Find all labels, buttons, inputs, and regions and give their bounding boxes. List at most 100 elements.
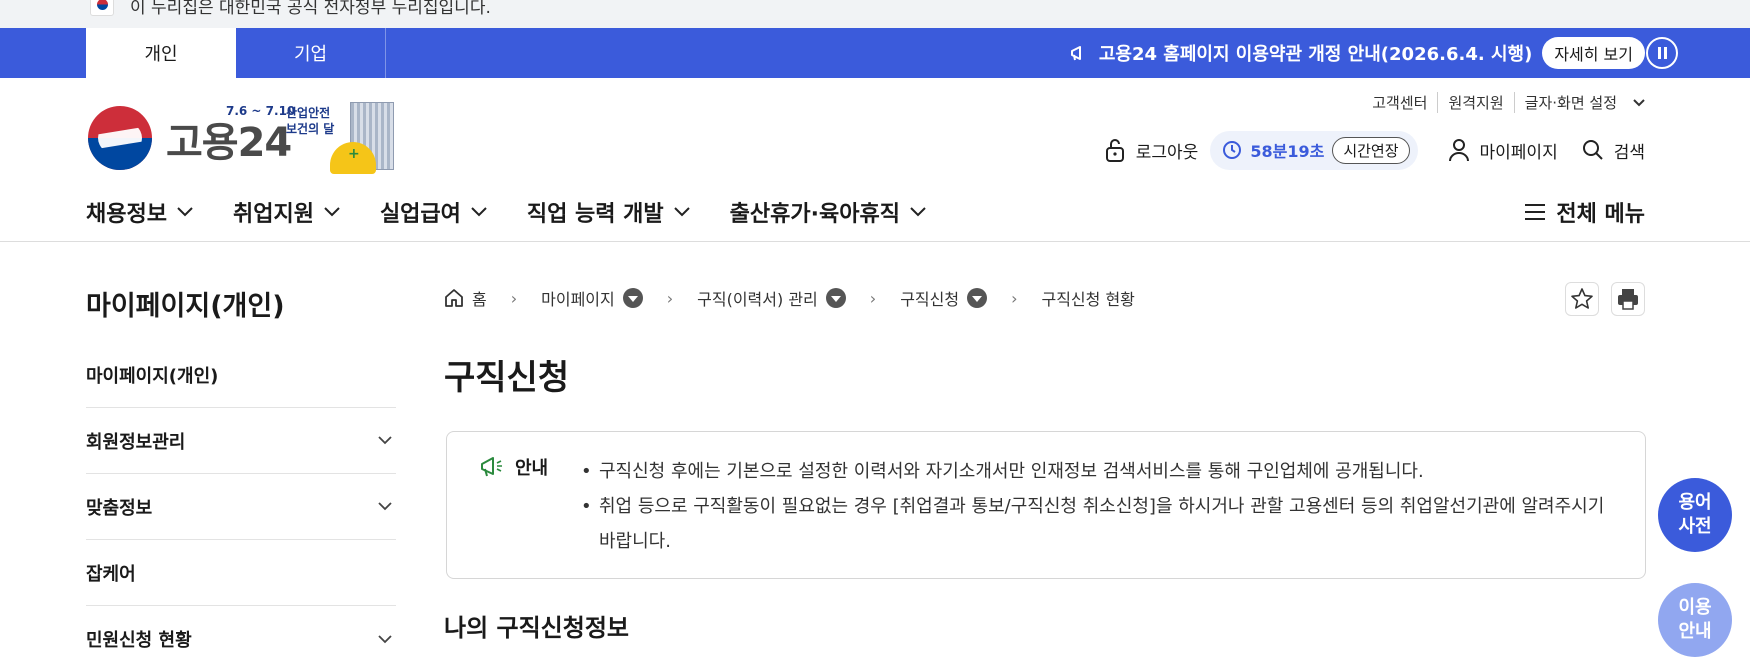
chevron-down-icon — [910, 207, 926, 217]
sidebar-item-civil-petition[interactable]: 민원신청 현황 — [86, 606, 396, 659]
sidebar-item-label: 마이페이지(개인) — [86, 365, 219, 387]
sidebar-item-label: 맞춤정보 — [86, 497, 153, 519]
nav-item-label: 취업지원 — [232, 202, 314, 227]
breadcrumb-current: 구직신청 현황 — [1041, 286, 1134, 310]
chevron-down-icon — [378, 436, 392, 445]
chevron-down-icon — [177, 207, 193, 217]
guide-float-button[interactable]: 이용 안내 — [1658, 583, 1732, 657]
breadcrumb-label: 구직신청 — [900, 290, 960, 309]
tab-personal[interactable]: 개인 — [86, 28, 236, 78]
user-bar: 로그아웃 58분19초 시간연장 마이페이지 검색 — [1104, 130, 1645, 170]
gov-banner-text: 이 누리집은 대한민국 공식 전자정부 누리집입니다. — [130, 0, 491, 18]
nav-item-label: 실업급여 — [379, 202, 461, 227]
info-box: 안내 구직신청 후에는 기본으로 설정한 이력서와 자기소개서만 인재정보 검색… — [446, 431, 1646, 579]
nav-item-parental-leave[interactable]: 출산휴가·육아휴직 — [730, 196, 926, 228]
sidebar-item-label: 회원정보관리 — [86, 431, 186, 453]
timer-remaining: 58분19초 — [1250, 142, 1325, 161]
mypage-label: 마이페이지 — [1479, 142, 1558, 163]
hamburger-menu-icon — [1525, 204, 1546, 220]
chevron-down-icon — [471, 207, 487, 217]
nav-item-label: 직업 능력 개발 — [526, 202, 664, 227]
breadcrumb-label: 홈 — [472, 290, 487, 309]
chevron-right-icon: › — [510, 288, 518, 308]
page-actions — [1565, 282, 1645, 316]
sidebar-item-mypage[interactable]: 마이페이지(개인) — [86, 342, 396, 408]
tab-business[interactable]: 기업 — [236, 28, 386, 78]
gov-emblem-logo[interactable] — [88, 106, 152, 170]
sidebar-item-jobcare[interactable]: 잡케어 — [86, 540, 396, 606]
info-list: 구직신청 후에는 기본으로 설정한 이력서와 자기소개서만 인재정보 검색서비스… — [581, 454, 1621, 559]
breadcrumb-resume-management[interactable]: 구직(이력서) 관리 — [697, 286, 846, 310]
breadcrumb-job-application[interactable]: 구직신청 — [900, 286, 988, 310]
megaphone-icon — [481, 457, 502, 477]
print-button[interactable] — [1611, 282, 1645, 316]
util-link-remote-support[interactable]: 원격지원 — [1437, 92, 1513, 113]
chevron-right-icon: › — [869, 288, 877, 308]
campaign-line2: 보건의 달 — [286, 122, 335, 136]
star-icon — [1571, 288, 1593, 309]
sidebar-item-label: 민원신청 현황 — [86, 630, 192, 651]
dropdown-toggle-icon[interactable] — [967, 288, 988, 308]
info-heading: 안내 — [479, 454, 548, 480]
nav-item-unemployment-benefit[interactable]: 실업급여 — [380, 196, 487, 228]
pause-button[interactable] — [1646, 37, 1678, 69]
sidebar-menu: 마이페이지(개인) 회원정보관리 맞춤정보 잡케어 민원신청 현황 — [86, 342, 396, 659]
search-label: 검색 — [1613, 142, 1645, 163]
logout-button[interactable]: 로그아웃 — [1104, 137, 1199, 163]
chevron-right-icon: › — [1011, 288, 1018, 308]
favorite-button[interactable] — [1565, 282, 1599, 316]
sidebar-title: 마이페이지(개인) — [86, 291, 285, 322]
megaphone-icon — [1070, 46, 1081, 61]
notice-text[interactable]: 고용24 홈페이지 이용약관 개정 안내(2026.6.4. 시행) — [1099, 40, 1532, 66]
sidebar-item-label: 잡케어 — [86, 563, 136, 585]
search-button[interactable]: 검색 — [1582, 138, 1645, 163]
gov-banner: 이 누리집은 대한민국 공식 전자정부 누리집입니다. — [0, 0, 1750, 28]
mypage-link[interactable]: 마이페이지 — [1448, 138, 1558, 163]
dropdown-toggle-icon[interactable] — [622, 288, 643, 308]
glossary-float-button[interactable]: 용어 사전 — [1658, 478, 1732, 552]
nav-item-jobs[interactable]: 채용정보 — [86, 196, 193, 228]
chevron-right-icon: › — [666, 288, 674, 308]
breadcrumb-label: 구직(이력서) 관리 — [697, 290, 818, 309]
sidebar-item-member-info[interactable]: 회원정보관리 — [86, 408, 396, 474]
page-title: 구직신청 — [444, 358, 570, 398]
util-link-display-settings[interactable]: 글자·화면 설정 — [1513, 92, 1627, 113]
all-menu-label: 전체 메뉴 — [1556, 202, 1645, 227]
all-menu-button[interactable]: 전체 메뉴 — [1524, 196, 1645, 228]
logout-label: 로그아웃 — [1135, 142, 1199, 163]
chevron-down-icon — [673, 207, 690, 217]
nav-item-label: 채용정보 — [86, 202, 167, 227]
notice-wrap: 고용24 홈페이지 이용약관 개정 안내(2026.6.4. 시행) 자세히 보… — [1069, 28, 1645, 78]
dropdown-toggle-icon[interactable] — [825, 288, 846, 308]
campaign-line1: 산업안전 — [286, 106, 331, 120]
chevron-down-icon — [378, 502, 392, 511]
breadcrumb-label: 마이페이지 — [541, 290, 615, 309]
korea-flag-icon — [90, 0, 114, 16]
notice-bar: 개인 기업 고용24 홈페이지 이용약관 개정 안내(2026.6.4. 시행)… — [0, 28, 1750, 78]
util-link-customer-center[interactable]: 고객센터 — [1362, 92, 1437, 113]
lock-icon — [1105, 139, 1124, 162]
utility-links: 고객센터 원격지원 글자·화면 설정 — [1362, 92, 1645, 113]
breadcrumb-home[interactable]: 홈 — [444, 286, 487, 310]
nav-item-employment-support[interactable]: 취업지원 — [233, 196, 340, 228]
campaign-date: 7.6 ~ 7.10 — [226, 104, 296, 118]
detail-button[interactable]: 자세히 보기 — [1542, 37, 1645, 69]
sidebar-item-custom-info[interactable]: 맞춤정보 — [86, 474, 396, 540]
info-item: 취업 등으로 구직활동이 필요없는 경우 [취업결과 통보/구직신청 취소신청]… — [581, 489, 1621, 559]
chevron-down-icon[interactable] — [1627, 98, 1645, 107]
breadcrumb-mypage[interactable]: 마이페이지 — [541, 286, 643, 310]
user-icon — [1448, 139, 1469, 162]
session-timer: 58분19초 시간연장 — [1210, 130, 1418, 170]
info-item: 구직신청 후에는 기본으로 설정한 이력서와 자기소개서만 인재정보 검색서비스… — [581, 454, 1621, 489]
clock-icon — [1223, 141, 1242, 159]
nav-item-label: 출산휴가·육아휴직 — [729, 202, 900, 227]
nav-item-vocational-training[interactable]: 직업 능력 개발 — [527, 196, 690, 228]
section-title: 나의 구직신청정보 — [444, 614, 629, 642]
info-label: 안내 — [515, 458, 549, 479]
breadcrumb: 홈 › 마이페이지 › 구직(이력서) 관리 › 구직신청 › 구직신청 현황 — [444, 286, 1135, 310]
chevron-down-icon — [378, 634, 392, 643]
breadcrumb-label: 구직신청 현황 — [1041, 290, 1135, 309]
main-nav: 채용정보 취업지원 실업급여 직업 능력 개발 출산휴가·육아휴직 전체 메뉴 — [0, 192, 1750, 242]
campaign-banner[interactable]: 7.6 ~ 7.10 산업안전 보건의 달 — [222, 102, 402, 174]
extend-time-button[interactable]: 시간연장 — [1332, 136, 1410, 164]
